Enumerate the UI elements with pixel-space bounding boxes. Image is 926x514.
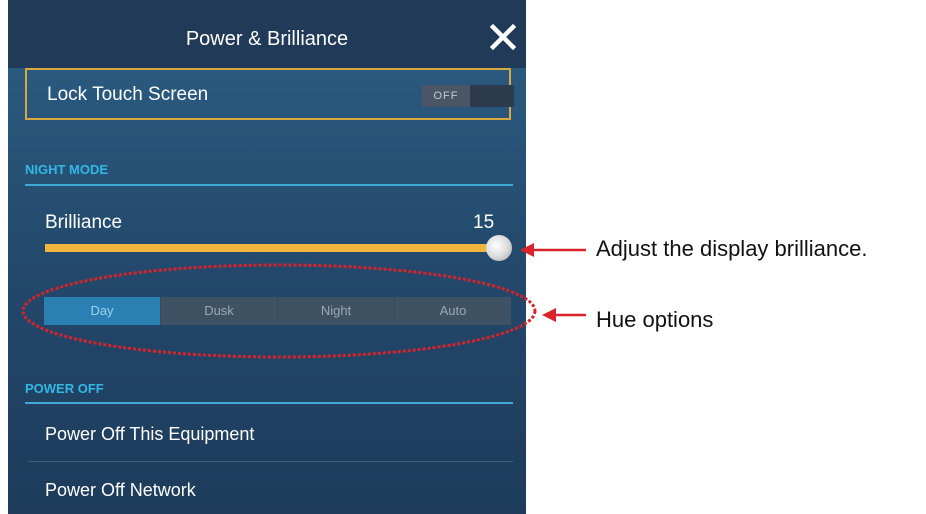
lock-touch-screen-toggle[interactable]: OFF [422,85,514,107]
night-mode-section-title: NIGHT MODE [25,162,109,177]
brilliance-label: Brilliance [45,212,123,233]
night-mode-divider [25,184,513,186]
title-bar: Power & Brilliance [8,0,526,68]
hue-callout-ellipse [21,263,537,359]
toggle-state-label: OFF [422,85,470,107]
power-brilliance-dialog: Power & Brilliance Lock Touch Screen OFF… [8,0,526,514]
power-off-network-item[interactable]: Power Off Network [45,480,196,501]
brilliance-callout-arrow [520,243,586,257]
hue-callout-text: Hue options [596,307,714,332]
dialog-title: Power & Brilliance [185,28,349,50]
brilliance-slider-fill [45,244,499,252]
lock-touch-screen-label: Lock Touch Screen [47,84,209,105]
close-icon[interactable] [488,22,518,52]
lock-touch-screen-row[interactable]: Lock Touch Screen OFF [25,68,514,120]
power-off-this-equipment-item[interactable]: Power Off This Equipment [45,424,254,445]
power-off-divider [25,402,513,404]
power-off-section-title: POWER OFF [25,381,104,396]
menu-divider [28,461,513,462]
brilliance-slider-handle[interactable] [486,235,512,261]
brilliance-value: 15 [473,212,495,233]
hue-callout-arrow [542,308,586,322]
brilliance-callout-text: Adjust the display brilliance. [596,236,868,261]
brilliance-slider[interactable] [45,244,499,252]
